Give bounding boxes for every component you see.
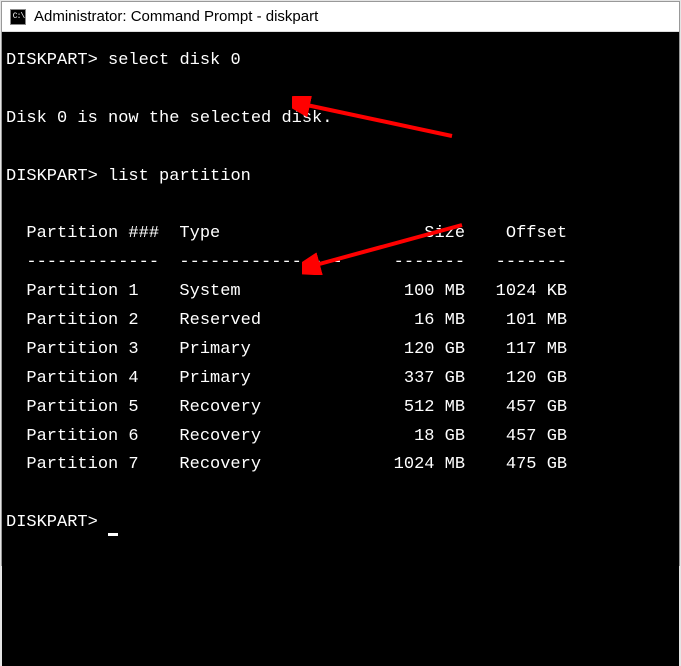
terminal-output[interactable]: DISKPART> select disk 0 Disk 0 is now th…	[2, 32, 679, 666]
annotation-arrow-icon	[302, 162, 472, 333]
command-prompt-icon: C:\	[10, 9, 26, 25]
window-title: Administrator: Command Prompt - diskpart	[34, 8, 318, 25]
prompt: DISKPART>	[6, 167, 98, 186]
cursor	[108, 533, 118, 536]
prompt: DISKPART>	[6, 51, 98, 70]
command-prompt-window: C:\ Administrator: Command Prompt - disk…	[1, 1, 680, 566]
response-text: Disk 0 is now the selected disk.	[6, 109, 332, 128]
partition-table: Partition ### Type Size Offset ---------…	[6, 224, 567, 474]
command-select-disk: select disk 0	[108, 51, 241, 70]
command-list-partition: list partition	[108, 167, 251, 186]
prompt: DISKPART>	[6, 513, 98, 532]
titlebar[interactable]: C:\ Administrator: Command Prompt - disk…	[2, 2, 679, 32]
